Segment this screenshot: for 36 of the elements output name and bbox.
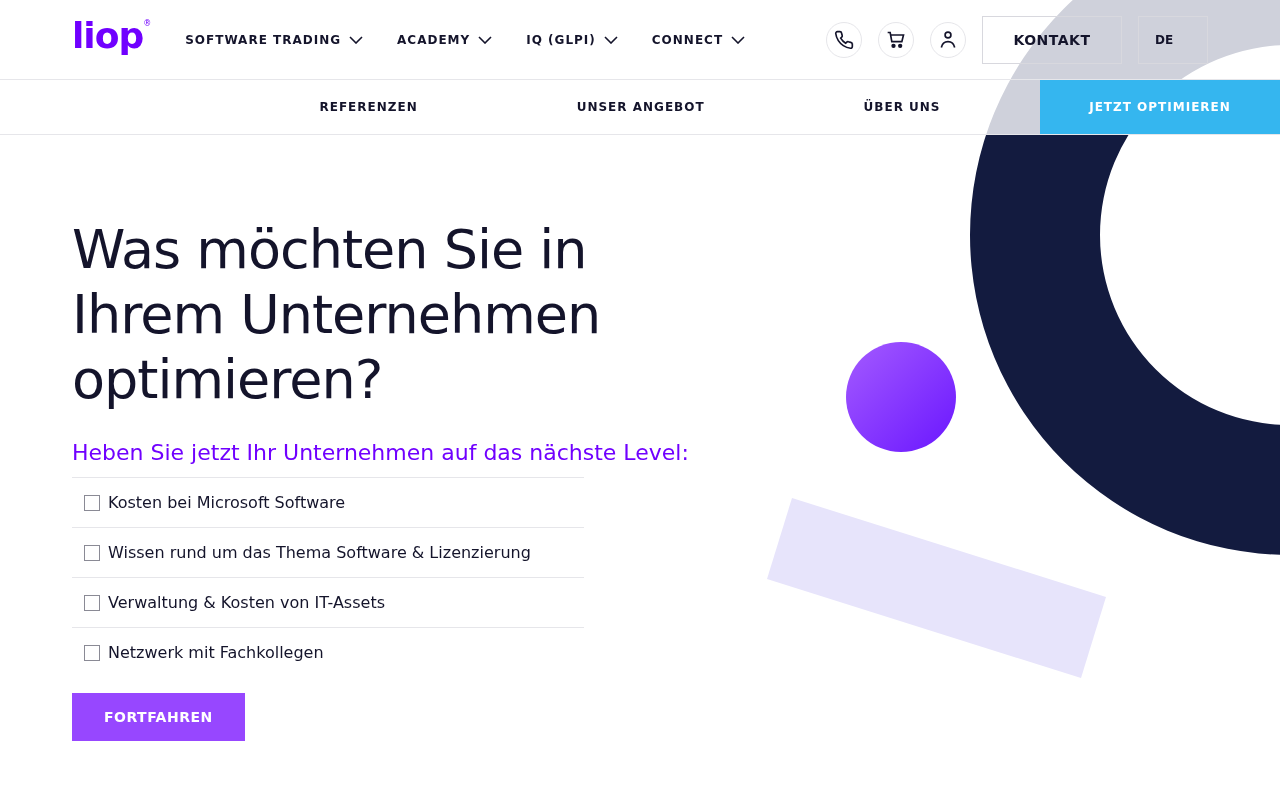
language-button[interactable]: DE [1138, 15, 1208, 64]
checkbox[interactable] [84, 594, 100, 611]
user-button[interactable] [930, 21, 966, 58]
nav-menu-item[interactable]: ACADEMY [397, 32, 493, 47]
option-row[interactable]: Netzwerk mit Fachkollegen [72, 627, 584, 677]
phone-icon [834, 29, 854, 50]
option-row[interactable]: Wissen rund um das Thema Software & Lizenzierung [72, 527, 584, 577]
cart-button[interactable] [878, 21, 914, 58]
nav-menu-item[interactable]: CONNECT [651, 32, 746, 47]
checkbox[interactable] [84, 544, 100, 561]
contact-button[interactable]: KONTAKT [982, 15, 1122, 64]
continue-button[interactable]: FORTFAHREN [72, 693, 245, 741]
option-row[interactable]: Verwaltung & Kosten von IT-Assets [72, 577, 584, 627]
cart-icon [886, 29, 906, 50]
chevron-down-icon [731, 35, 746, 44]
user-icon [938, 29, 958, 50]
option-label: Verwaltung & Kosten von IT-Assets [108, 593, 385, 612]
chevron-down-icon [478, 35, 493, 44]
nav-menu-item[interactable]: IQ (GLPI) [526, 32, 618, 47]
phone-button[interactable] [826, 21, 862, 58]
checkbox[interactable] [84, 644, 100, 661]
hero-title: Was möchten Sie in Ihrem Unternehmen optimieren? [72, 217, 602, 412]
option-label: Kosten bei Microsoft Software [108, 493, 346, 512]
logo[interactable]: liop [72, 17, 144, 54]
chevron-down-icon [603, 35, 618, 44]
option-label: Netzwerk mit Fachkollegen [108, 643, 324, 662]
option-row[interactable]: Kosten bei Microsoft Software [72, 477, 584, 527]
option-label: Wissen rund um das Thema Software & Lizenzierung [108, 543, 531, 562]
hero-subtitle: Heben Sie jetzt Ihr Unternehmen auf das nächste Level: [72, 440, 690, 465]
nav-menu-item[interactable]: SOFTWARE TRADING [185, 32, 364, 47]
subnav-link[interactable]: REFERENZEN [319, 100, 418, 114]
subnav-link[interactable]: UNSER ANGEBOT [576, 100, 705, 114]
checkbox[interactable] [84, 494, 100, 511]
registered-mark: ® [143, 19, 152, 28]
chevron-down-icon [349, 35, 364, 44]
subnav-link[interactable]: ÜBER UNS [863, 100, 941, 114]
